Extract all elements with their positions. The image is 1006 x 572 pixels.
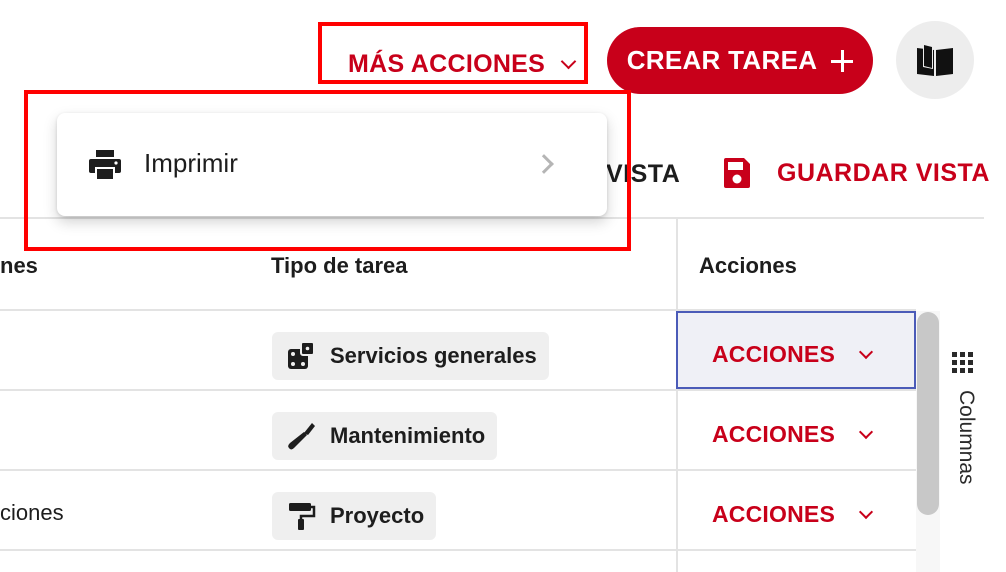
- chevron-down-icon: [858, 424, 874, 439]
- row-divider: [0, 549, 916, 551]
- grid-icon: [952, 352, 973, 373]
- task-type-tag: Mantenimiento: [272, 412, 498, 460]
- paint-roller-icon: [289, 503, 316, 530]
- task-type-tag: Servicios generales: [272, 332, 549, 380]
- row-divider: [0, 469, 916, 471]
- columns-label: Columnas: [955, 390, 978, 485]
- dice-icon: [288, 341, 315, 369]
- help-guide-button[interactable]: [896, 21, 974, 99]
- task-type-label: Mantenimiento: [330, 423, 486, 448]
- row-actions-label: ACCIONES: [712, 421, 836, 447]
- save-view-label: GUARDAR VISTA: [777, 158, 990, 187]
- actions-column-divider: [676, 219, 678, 572]
- row-actions-label: ACCIONES: [712, 501, 836, 527]
- task-type-label: Servicios generales: [330, 343, 537, 368]
- save-view-button[interactable]: GUARDAR VISTA: [723, 157, 990, 189]
- chevron-down-icon: [858, 344, 874, 359]
- task-type-tag: Proyecto: [272, 492, 437, 540]
- row-actions-button[interactable]: ACCIONES: [712, 421, 874, 448]
- save-icon: [724, 158, 750, 188]
- column-header-partial[interactable]: nes: [0, 253, 38, 279]
- wrench-icon: [288, 423, 315, 450]
- book-icon: [917, 45, 953, 76]
- task-type-label: Proyecto: [330, 503, 425, 528]
- vertical-scrollbar-thumb[interactable]: [917, 312, 939, 515]
- plus-icon: [831, 49, 854, 72]
- column-header-actions: Acciones: [699, 253, 797, 278]
- column-header-task-type[interactable]: Tipo de tarea: [271, 253, 408, 279]
- chevron-down-icon: [858, 504, 874, 519]
- cell-partial-text: ciones: [0, 500, 64, 525]
- row-actions-button[interactable]: ACCIONES: [712, 341, 874, 368]
- highlight-box-more-actions: [318, 22, 588, 84]
- highlight-box-menu: [24, 90, 631, 251]
- row-divider: [0, 389, 916, 391]
- create-task-label: CREAR TAREA: [626, 45, 818, 75]
- columns-panel-toggle[interactable]: Columnas: [950, 352, 980, 512]
- create-task-button[interactable]: CREAR TAREA: [607, 27, 873, 94]
- row-actions-button[interactable]: ACCIONES: [712, 501, 874, 528]
- row-actions-label: ACCIONES: [712, 341, 836, 367]
